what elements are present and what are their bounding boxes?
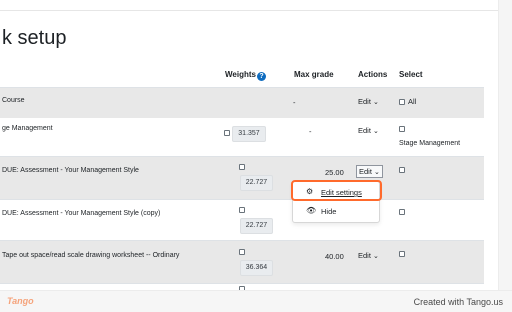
table-row: DUE: Assessment - Your Management Style … xyxy=(0,200,484,240)
table-row: Course - Edit ⌄ All xyxy=(0,88,484,118)
row-name: Course xyxy=(2,97,25,104)
row-name: DUE: Assessment - Your Management Style … xyxy=(2,210,161,217)
page-title: k setup xyxy=(2,27,67,49)
top-divider xyxy=(0,10,498,11)
row-divider xyxy=(0,283,484,284)
scrollbar[interactable] xyxy=(498,0,512,290)
select-checkbox[interactable] xyxy=(399,167,405,173)
row-max-grade: - xyxy=(309,127,312,136)
edit-button[interactable]: Edit ⌄ xyxy=(358,97,379,106)
weight-input[interactable]: 22.727 xyxy=(240,175,273,191)
edit-button[interactable]: Edit ⌄ xyxy=(358,126,379,135)
weight-input[interactable]: 31.357 xyxy=(232,126,266,142)
chevron-down-icon: ⌄ xyxy=(372,253,379,260)
select-category-label: Stage Management xyxy=(399,140,461,147)
table-row: ge Management 31.357 - Edit ⌄ Stage Manag… xyxy=(0,118,484,156)
select-header: Select xyxy=(399,70,423,79)
eye-icon: 👁 xyxy=(306,206,317,215)
select-checkbox[interactable] xyxy=(399,209,405,215)
footer-credit[interactable]: Created with Tango.us xyxy=(414,297,503,307)
weight-input[interactable]: 22.727 xyxy=(240,218,273,234)
weights-header-label: Weights xyxy=(225,70,256,79)
chevron-down-icon: ⌄ xyxy=(372,128,379,135)
chevron-down-icon: ⌄ xyxy=(372,99,379,106)
select-all-label: All xyxy=(408,97,417,106)
edit-button[interactable]: Edit ⌄ xyxy=(356,165,383,178)
table-row: Tape out space/read scale drawing worksh… xyxy=(0,241,484,283)
row-name: Tape out space/read scale drawing worksh… xyxy=(2,252,180,259)
edit-button[interactable]: Edit ⌄ xyxy=(358,251,379,260)
weight-checkbox[interactable] xyxy=(239,207,245,213)
select-category-checkbox[interactable] xyxy=(399,126,405,132)
footer: Tango Created with Tango.us xyxy=(0,290,512,312)
row-max-grade: 40.00 xyxy=(325,252,344,261)
row-max-grade: 25.00 xyxy=(325,168,344,177)
tango-logo: Tango xyxy=(7,296,34,306)
actions-header: Actions xyxy=(358,70,388,79)
table-row: DUE: Assessment - Your Management Style … xyxy=(0,157,484,199)
menu-item-hide[interactable]: 👁 Hide xyxy=(293,204,379,220)
menu-item-label: Hide xyxy=(321,207,337,216)
weight-checkbox[interactable] xyxy=(239,164,245,170)
highlight-outline xyxy=(291,180,382,201)
edit-label: Edit xyxy=(359,167,372,176)
row-name: ge Management xyxy=(2,125,53,132)
chevron-down-icon: ⌄ xyxy=(373,169,380,176)
weights-header: Weights? xyxy=(225,70,266,81)
edit-label: Edit xyxy=(358,97,371,106)
max-grade-header: Max grade xyxy=(294,70,334,79)
edit-label: Edit xyxy=(358,126,371,135)
select-all-checkbox[interactable] xyxy=(399,99,405,105)
row-name: DUE: Assessment - Your Management Style xyxy=(2,167,139,174)
select-checkbox[interactable] xyxy=(399,251,405,257)
edit-label: Edit xyxy=(358,251,371,260)
weight-checkbox[interactable] xyxy=(224,130,230,136)
weight-checkbox[interactable] xyxy=(239,249,245,255)
row-max-grade: - xyxy=(293,98,296,107)
weight-input[interactable]: 36.364 xyxy=(240,260,273,276)
help-icon[interactable]: ? xyxy=(256,72,266,81)
